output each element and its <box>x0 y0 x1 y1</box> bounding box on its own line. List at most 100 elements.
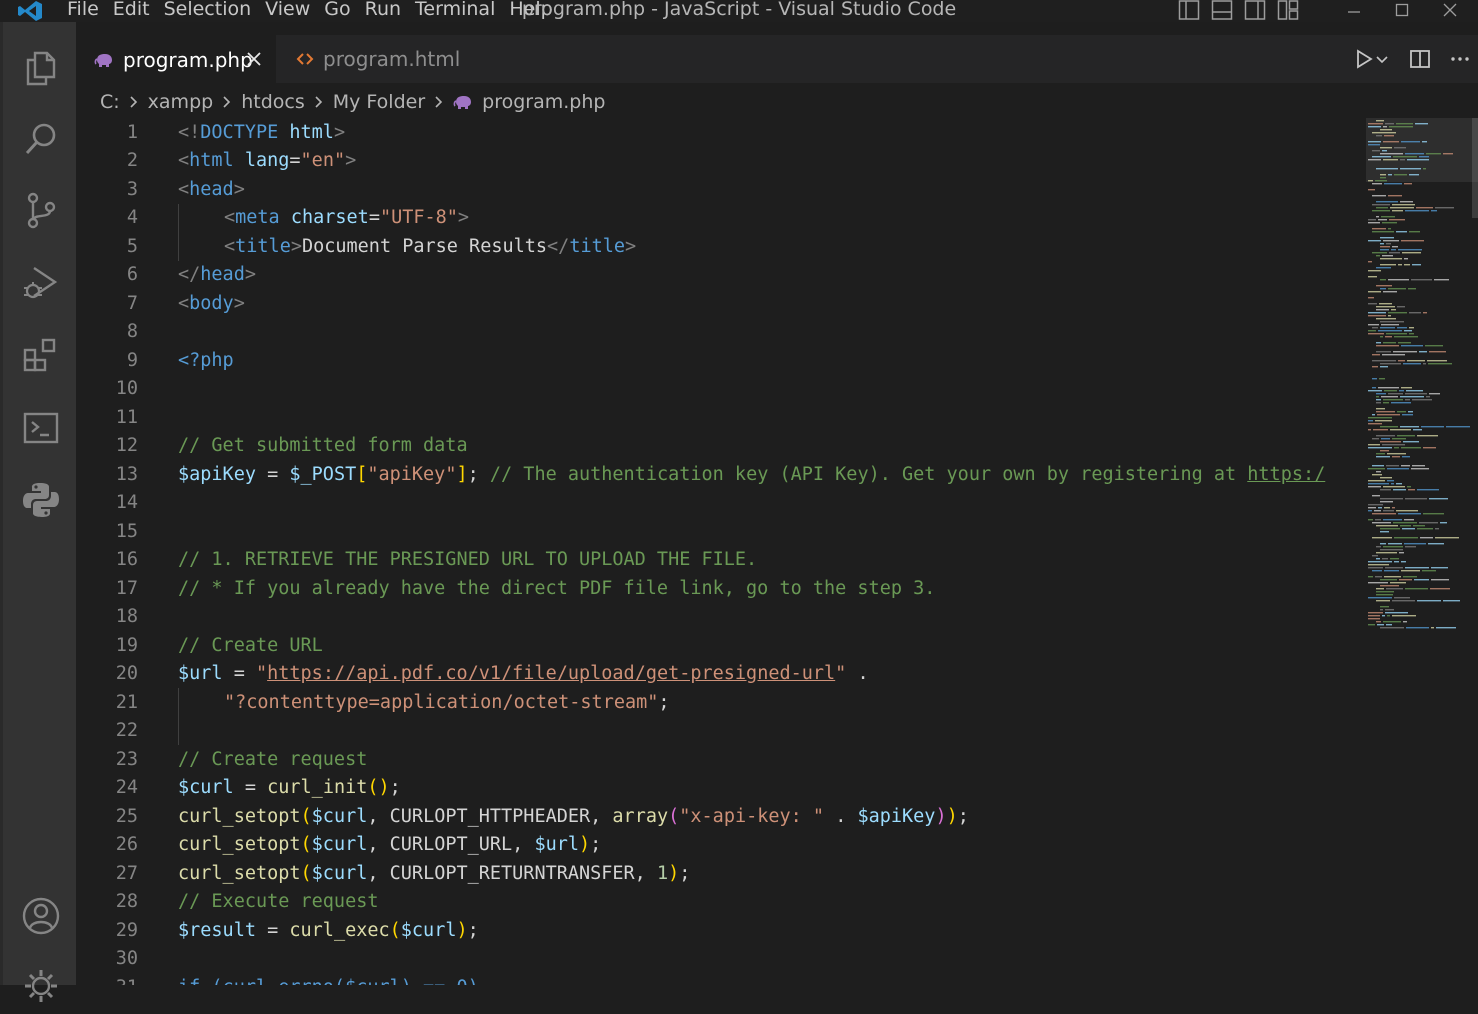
line-number: 2 <box>126 150 138 171</box>
line-number: 20 <box>115 663 138 684</box>
code-line[interactable]: $curl = curl_init(); <box>178 777 401 798</box>
line-number: 26 <box>115 834 138 855</box>
line-number: 31 <box>76 977 138 985</box>
code-line[interactable]: curl_setopt($curl, CURLOPT_HTTPHEADER, a… <box>178 806 969 827</box>
code-line[interactable]: <title>Document Parse Results</title> <box>224 236 636 257</box>
code-line[interactable]: <?php <box>178 350 234 371</box>
tab-program-php[interactable]: program.php <box>76 35 276 84</box>
code-line[interactable]: // * If you already have the direct PDF … <box>178 578 935 599</box>
close-tab-icon[interactable] <box>244 49 264 69</box>
vertical-scrollbar[interactable] <box>1472 118 1478 218</box>
tab-label: program.html <box>323 47 461 71</box>
line-number: 13 <box>115 464 138 485</box>
line-number: 6 <box>126 264 138 285</box>
menu-file[interactable]: File <box>60 0 106 22</box>
line-number: 4 <box>126 207 138 228</box>
code-line[interactable]: $apiKey = $_POST["apiKey"]; // The authe… <box>178 464 1325 485</box>
minimap-lines <box>1368 120 1470 629</box>
code-line[interactable]: // Create URL <box>178 635 323 656</box>
menu-edit[interactable]: Edit <box>106 0 157 22</box>
code-line[interactable]: if (curl_errno($curl) == 0) <box>178 977 479 985</box>
breadcrumb-item[interactable]: C: <box>100 91 120 113</box>
line-number: 7 <box>126 293 138 314</box>
code-line[interactable]: <meta charset="UTF-8"> <box>224 207 469 228</box>
toggle-primary-sidebar-icon[interactable] <box>1178 0 1200 20</box>
layout-controls <box>1178 0 1299 20</box>
run-debug-icon[interactable] <box>3 254 79 310</box>
line-number: 9 <box>126 350 138 371</box>
chevron-down-icon[interactable] <box>1372 41 1392 77</box>
extensions-icon[interactable] <box>3 328 79 384</box>
editor-tab-bar: program.php program.html <box>76 35 1478 84</box>
menu-run[interactable]: Run <box>358 0 408 22</box>
close-window-icon[interactable] <box>1426 0 1474 22</box>
chevron-right-icon <box>221 95 233 109</box>
vscode-logo-icon <box>16 0 44 22</box>
chevron-right-icon <box>313 95 325 109</box>
line-number: 28 <box>115 891 138 912</box>
code-editor[interactable]: 1 <!DOCTYPE html> 2 <html lang="en"> 3 <… <box>76 118 1366 985</box>
code-line[interactable]: <html lang="en"> <box>178 150 356 171</box>
minimize-icon[interactable] <box>1330 0 1378 22</box>
code-line[interactable]: // Get submitted form data <box>178 435 468 456</box>
toggle-secondary-sidebar-icon[interactable] <box>1244 0 1266 20</box>
split-editor-icon[interactable] <box>1402 41 1438 77</box>
breadcrumb: C: xampp htdocs My Folder program.php <box>76 83 1366 121</box>
code-line[interactable]: "?contenttype=application/octet-stream"; <box>224 692 670 713</box>
python-icon[interactable] <box>3 472 79 528</box>
line-number: 27 <box>115 863 138 884</box>
menu-view[interactable]: View <box>258 0 317 22</box>
line-number: 19 <box>115 635 138 656</box>
code-line[interactable]: // Create request <box>178 749 367 770</box>
html-brackets-icon <box>296 51 314 67</box>
explorer-icon[interactable] <box>3 40 79 96</box>
line-number: 23 <box>115 749 138 770</box>
search-icon[interactable] <box>3 112 79 168</box>
code-line[interactable]: <!DOCTYPE html> <box>178 122 345 143</box>
minimap[interactable] <box>1366 118 1472 638</box>
code-line[interactable]: curl_setopt($curl, CURLOPT_URL, $url); <box>178 834 601 855</box>
code-line[interactable]: // 1. RETRIEVE THE PRESIGNED URL TO UPLO… <box>178 549 757 570</box>
menu-terminal[interactable]: Terminal <box>408 0 502 22</box>
breadcrumb-item[interactable]: htdocs <box>241 91 305 113</box>
customize-layout-icon[interactable] <box>1277 0 1299 20</box>
remote-explorer-icon[interactable] <box>3 400 79 456</box>
code-line[interactable]: // Execute request <box>178 891 378 912</box>
source-control-icon[interactable] <box>3 182 79 238</box>
line-number: 25 <box>115 806 138 827</box>
line-number: 16 <box>115 549 138 570</box>
php-elephant-icon <box>453 94 473 110</box>
more-actions-icon[interactable] <box>1442 41 1478 77</box>
php-elephant-icon <box>94 52 114 68</box>
tab-label: program.php <box>123 48 253 72</box>
manage-gear-icon[interactable] <box>3 958 79 1014</box>
code-line[interactable]: $result = curl_exec($curl); <box>178 920 479 941</box>
code-line[interactable]: curl_setopt($curl, CURLOPT_RETURNTRANSFE… <box>178 863 690 884</box>
menu-bar: File Edit Selection View Go Run Terminal… <box>60 0 560 22</box>
breadcrumb-file[interactable]: program.php <box>453 91 605 113</box>
line-number: 8 <box>126 321 138 342</box>
menu-help[interactable]: Help <box>502 0 559 22</box>
line-number: 17 <box>115 578 138 599</box>
line-number: 5 <box>126 236 138 257</box>
breadcrumb-item[interactable]: xampp <box>148 91 214 113</box>
code-line[interactable]: $url = "https://api.pdf.co/v1/file/uploa… <box>178 663 869 684</box>
breadcrumb-item[interactable]: My Folder <box>333 91 425 113</box>
title-bar: File Edit Selection View Go Run Terminal… <box>0 0 1478 22</box>
line-number: 30 <box>115 948 138 969</box>
indent-guide <box>178 204 179 261</box>
menu-go[interactable]: Go <box>317 0 357 22</box>
chevron-right-icon <box>128 95 140 109</box>
breadcrumb-item: program.php <box>482 91 606 113</box>
account-icon[interactable] <box>3 888 79 944</box>
code-line[interactable]: <head> <box>178 179 245 200</box>
line-number: 18 <box>115 606 138 627</box>
tab-program-html[interactable]: program.html <box>278 35 460 83</box>
menu-selection[interactable]: Selection <box>157 0 259 22</box>
code-line[interactable]: </head> <box>178 264 256 285</box>
code-line[interactable]: <body> <box>178 293 245 314</box>
line-number: 14 <box>115 492 138 513</box>
toggle-panel-icon[interactable] <box>1211 0 1233 20</box>
maximize-icon[interactable] <box>1378 0 1426 22</box>
line-number: 22 <box>115 720 138 741</box>
